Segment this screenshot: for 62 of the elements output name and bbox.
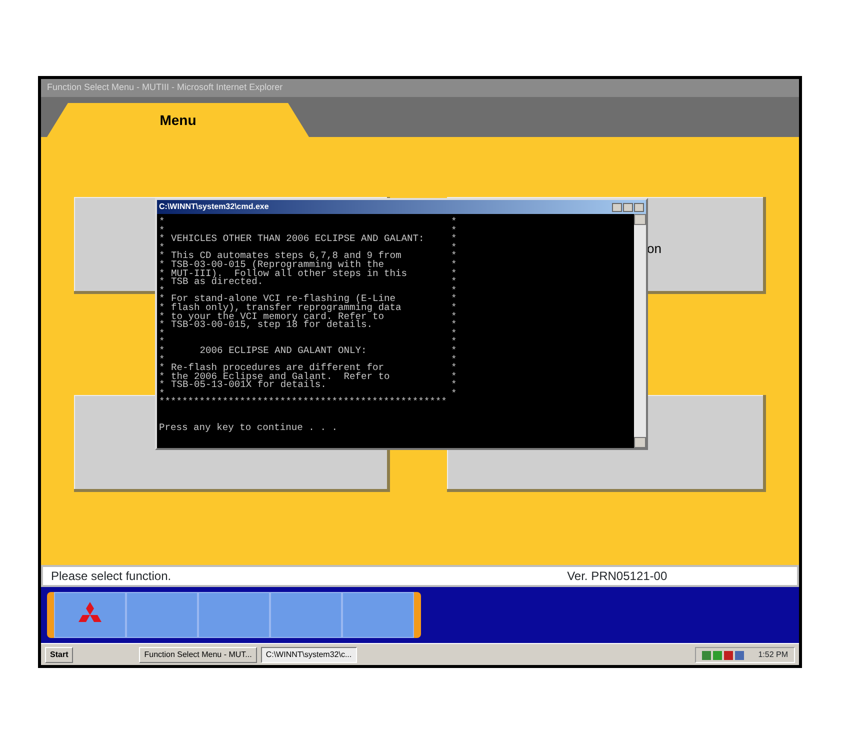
console-text: *	[451, 235, 458, 244]
console-text: MUT-III). Follow all other steps in this	[171, 270, 408, 278]
version-label: Ver. PRN05121-00	[567, 568, 668, 585]
console-text: *	[159, 244, 166, 252]
window-title: Function Select Menu - MUTIII - Microsoft Internet Explorer	[41, 79, 799, 97]
console-text: *	[159, 321, 166, 330]
console-text: *	[159, 330, 166, 338]
console-text: *	[451, 346, 458, 356]
console-title: C:\WINNT\system32\cmd.exe	[159, 201, 270, 213]
console-text: *	[159, 218, 166, 227]
console-text: For stand-alone VCI re-flashing (E-Line	[171, 295, 396, 304]
console-text: *	[159, 260, 166, 270]
console-text: *	[451, 312, 458, 322]
console-text: *	[159, 381, 166, 390]
console-text: *	[159, 372, 166, 382]
console-text: *	[451, 244, 458, 252]
console-text: TSB as directed.	[171, 278, 264, 287]
console-text: VEHICLES OTHER THAN 2006 ECLIPSE AND GALANT:	[171, 235, 426, 244]
console-text: *	[451, 321, 458, 330]
console-text: *	[159, 270, 166, 278]
console-text: TSB-05-13-001X for details.	[171, 381, 326, 390]
console-text: *	[451, 364, 458, 373]
console-text: *	[451, 390, 458, 398]
console-text: *	[159, 390, 165, 398]
console-text: *	[159, 356, 166, 364]
console-text: *	[159, 295, 166, 304]
console-text: *	[451, 226, 458, 236]
console-text: *	[451, 252, 458, 261]
console-text: *	[451, 338, 458, 347]
console-text: *	[159, 235, 166, 244]
console-text: Press any key to continue . . .	[159, 424, 338, 433]
clock: 1:52 PM	[758, 648, 788, 660]
console-text: *	[159, 304, 166, 313]
console-text: Re-flash procedures are different for	[171, 364, 384, 373]
console-text: flash only), transfer reprogramming data	[171, 304, 402, 313]
console-text: *	[451, 270, 458, 278]
console-text: *	[159, 312, 166, 322]
console-text: *	[451, 330, 458, 338]
console-text: *	[159, 364, 166, 373]
console-text: to your the VCI memory card. Refer to	[171, 312, 386, 322]
console-text: This CD automates steps 6,7,8 and 9 from	[171, 252, 402, 261]
console-text: *	[159, 286, 166, 296]
status-message: Please select function.	[51, 568, 172, 585]
console-text: *	[159, 346, 166, 356]
console-text: **************************************************	[159, 398, 448, 408]
console-text: *	[159, 252, 166, 261]
console-text: *	[451, 356, 458, 364]
console-text: *	[451, 218, 458, 227]
console-text: the 2006 Eclipse and Galant. Refer to	[171, 372, 391, 382]
console-text: *	[451, 286, 458, 296]
console-text: *	[159, 278, 166, 287]
console-text: *	[451, 295, 458, 304]
console-text: *	[451, 260, 458, 270]
console-text: *	[451, 372, 458, 382]
console-text: 2006 ECLIPSE AND GALANT ONLY:	[198, 346, 368, 356]
console-text: TSB-03-00-015 (Reprogramming with the	[171, 260, 384, 270]
console-text: *	[159, 338, 166, 347]
console-text: *	[451, 278, 458, 287]
console-text: *	[159, 226, 166, 236]
console-text: *	[451, 381, 458, 390]
console-text: TSB-03-00-015, step 18 for details.	[171, 321, 373, 330]
console-text: *	[451, 304, 458, 313]
